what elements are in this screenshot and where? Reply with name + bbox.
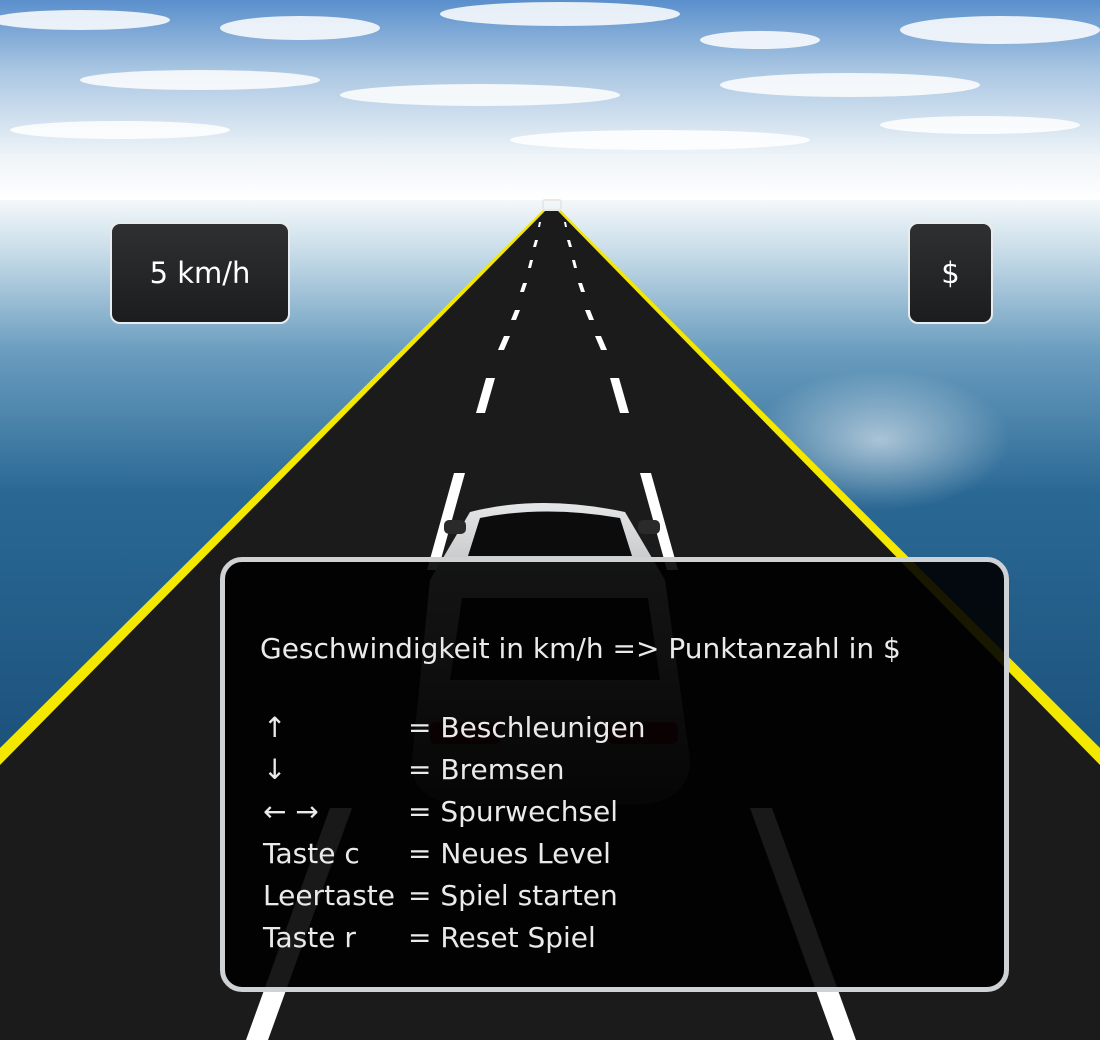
speed-display: 5 km/h: [110, 222, 290, 324]
control-action: = Bremsen: [408, 752, 565, 786]
control-action: = Beschleunigen: [408, 710, 646, 744]
control-row-start: Leertaste = Spiel starten: [263, 874, 646, 916]
help-title: Geschwindigkeit in km/h => Punktanzahl i…: [260, 632, 901, 665]
control-action: = Neues Level: [408, 836, 611, 870]
control-key: ↑: [263, 710, 287, 744]
control-row-accelerate: ↑ = Beschleunigen: [263, 706, 646, 748]
control-key: ↓: [263, 752, 287, 786]
control-row-brake: ↓ = Bremsen: [263, 748, 646, 790]
help-panel: Geschwindigkeit in km/h => Punktanzahl i…: [220, 557, 1009, 992]
control-key: Taste c: [263, 836, 360, 870]
control-key: Taste r: [263, 920, 356, 954]
control-row-lane-change: ← → = Spurwechsel: [263, 790, 646, 832]
control-action: = Spiel starten: [408, 878, 618, 912]
control-row-new-level: Taste c = Neues Level: [263, 832, 646, 874]
control-row-reset: Taste r = Reset Spiel: [263, 916, 646, 958]
control-action: = Reset Spiel: [408, 920, 596, 954]
score-display: $: [908, 222, 993, 324]
controls-list: ↑ = Beschleunigen ↓ = Bremsen ← → = Spur…: [263, 706, 646, 958]
control-key: ← →: [263, 794, 319, 828]
control-key: Leertaste: [263, 878, 396, 912]
control-action: = Spurwechsel: [408, 794, 619, 828]
